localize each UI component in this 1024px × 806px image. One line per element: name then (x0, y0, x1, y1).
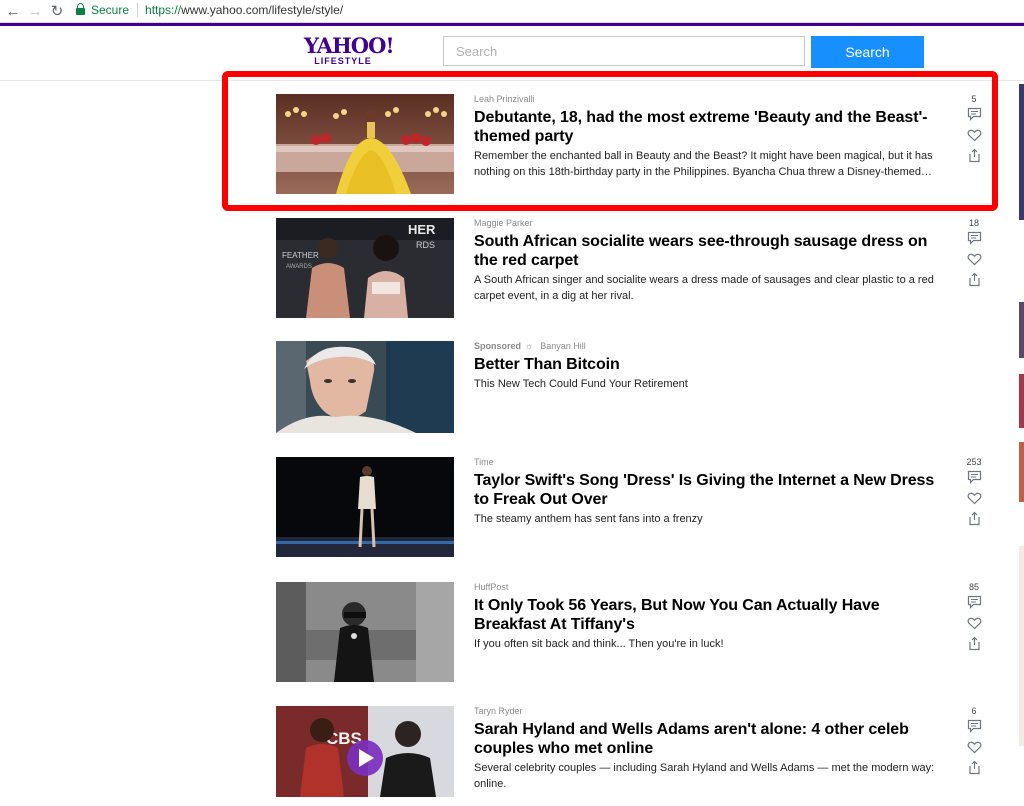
comment-icon[interactable] (967, 107, 982, 121)
comment-icon[interactable] (967, 719, 982, 733)
story-summary: The steamy anthem has sent fans into a f… (474, 513, 703, 525)
story-item[interactable]: HER RDS FEATHER AWARDS Maggie Parker Sou… (276, 218, 986, 318)
story-provider: Leah Prinzivalli (474, 94, 535, 104)
story-headline[interactable]: Debutante, 18, had the most extreme 'Bea… (474, 108, 952, 146)
comment-icon[interactable] (967, 595, 982, 609)
share-icon[interactable] (967, 636, 982, 651)
comment-count: 18 (968, 218, 979, 228)
story-actions: 6 (966, 706, 982, 775)
heart-icon[interactable] (967, 491, 982, 505)
story-headline[interactable]: It Only Took 56 Years, But Now You Can A… (474, 596, 952, 634)
story-text: HuffPost It Only Took 56 Years, But Now … (474, 582, 952, 652)
sponsored-label: Sponsored (474, 341, 522, 351)
svg-text:AWARDS: AWARDS (286, 264, 312, 270)
share-icon[interactable] (967, 272, 982, 287)
comment-count: 85 (968, 582, 979, 592)
story-headline[interactable]: Sarah Hyland and Wells Adams aren't alon… (474, 720, 952, 758)
heart-icon[interactable] (967, 740, 982, 754)
story-thumbnail[interactable]: CBS (276, 706, 454, 797)
svg-text:FEATHER: FEATHER (282, 251, 319, 260)
address-bar[interactable]: Secure https:// www.yahoo.com/lifestyle/… (76, 0, 343, 20)
comment-count: 253 (966, 457, 982, 467)
story-thumbnail[interactable]: HER RDS FEATHER AWARDS (276, 218, 454, 318)
story-provider: HuffPost (474, 582, 509, 592)
story-thumbnail[interactable] (276, 582, 454, 682)
story-headline[interactable]: South African socialite wears see-throug… (474, 232, 952, 270)
story-actions: 18 (966, 218, 982, 287)
comment-count: 5 (971, 94, 977, 104)
story-text: Maggie Parker South African socialite we… (474, 218, 952, 304)
forward-arrow-icon[interactable]: → (26, 2, 44, 20)
story-item[interactable]: Leah Prinzivalli Debutante, 18, had the … (276, 94, 986, 194)
story-text: Time Taylor Swift's Song 'Dress' Is Givi… (474, 457, 952, 527)
story-summary: This New Tech Could Fund Your Retirement (474, 378, 688, 390)
right-rail-clipped (1019, 84, 1024, 746)
reload-icon[interactable]: ↻ (48, 2, 66, 20)
logo-subtitle: LIFESTYLE (314, 56, 372, 66)
story-summary: If you often sit back and think... Then … (474, 638, 724, 650)
heart-icon[interactable] (967, 128, 982, 142)
address-divider (137, 3, 139, 17)
lock-icon (76, 3, 85, 15)
heart-icon[interactable] (967, 252, 982, 266)
logo-wordmark: YAHOO! (304, 33, 395, 58)
url-scheme: https:// (145, 3, 182, 17)
story-text: Sponsored ☼ Banyan Hill Better Than Bitc… (474, 341, 952, 392)
svg-text:RDS: RDS (416, 240, 435, 250)
story-summary: A South African singer and socialite wea… (474, 274, 934, 302)
yahoo-lifestyle-logo[interactable]: YAHOO! LIFESTYLE (304, 33, 395, 66)
heart-icon[interactable] (967, 616, 982, 630)
share-icon[interactable] (967, 148, 982, 163)
browser-toolbar: ← → ↻ Secure https:// www.yahoo.com/life… (0, 0, 1024, 23)
sponsored-provider: Sponsored ☼ Banyan Hill (474, 341, 586, 352)
secure-label: Secure (91, 3, 130, 17)
share-icon[interactable] (967, 511, 982, 526)
search-input[interactable] (443, 36, 805, 66)
story-provider: Maggie Parker (474, 218, 533, 228)
site-header: YAHOO! LIFESTYLE Search (0, 26, 1024, 81)
ad-info-icon[interactable]: ☼ (525, 341, 533, 352)
url-path: www.yahoo.com/lifestyle/style/ (181, 3, 344, 17)
story-item[interactable]: HuffPost It Only Took 56 Years, But Now … (276, 582, 986, 682)
comment-icon[interactable] (967, 470, 982, 484)
sponsored-story-item[interactable]: Sponsored ☼ Banyan Hill Better Than Bitc… (276, 341, 986, 441)
story-actions: 253 (966, 457, 982, 526)
story-summary: Remember the enchanted ball in Beauty an… (474, 150, 933, 178)
story-thumbnail[interactable] (276, 341, 454, 441)
story-actions: 85 (966, 582, 982, 651)
story-headline[interactable]: Better Than Bitcoin (474, 355, 952, 374)
story-text: Taryn Ryder Sarah Hyland and Wells Adams… (474, 706, 952, 792)
story-text: Leah Prinzivalli Debutante, 18, had the … (474, 94, 952, 180)
comment-count: 6 (971, 706, 977, 716)
comment-icon[interactable] (967, 231, 982, 245)
share-icon[interactable] (967, 760, 982, 775)
story-thumbnail[interactable] (276, 94, 454, 194)
story-summary: Several celebrity couples — including Sa… (474, 762, 935, 790)
story-actions: 5 (966, 94, 982, 163)
story-provider: Time (474, 457, 494, 467)
story-feed: Leah Prinzivalli Debutante, 18, had the … (0, 80, 1024, 797)
story-thumbnail[interactable] (276, 457, 454, 557)
story-item[interactable]: CBS Taryn Ryder Sarah Hyland and Wells A… (276, 706, 986, 806)
back-arrow-icon[interactable]: ← (4, 2, 22, 20)
story-headline[interactable]: Taylor Swift's Song 'Dress' Is Giving th… (474, 471, 952, 509)
story-provider: Taryn Ryder (474, 706, 523, 716)
search-button[interactable]: Search (811, 36, 924, 68)
story-item[interactable]: Time Taylor Swift's Song 'Dress' Is Givi… (276, 457, 986, 557)
svg-text:HER: HER (408, 222, 436, 237)
